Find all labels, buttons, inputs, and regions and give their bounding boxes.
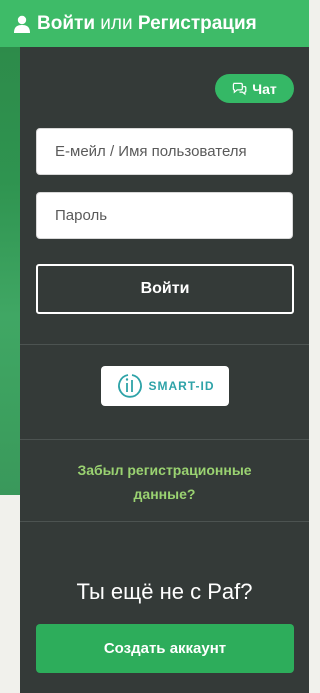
- password-field[interactable]: [36, 192, 293, 239]
- password-input[interactable]: [53, 206, 276, 225]
- or-text: или: [100, 13, 133, 34]
- divider: [20, 344, 309, 345]
- login-link[interactable]: Войти: [37, 13, 95, 34]
- top-bar: Войти или Регистрация: [0, 0, 309, 47]
- forgot-credentials-link[interactable]: Забыл регистрационные данные?: [50, 458, 279, 506]
- auth-title: Войти или Регистрация: [37, 14, 257, 33]
- divider: [20, 521, 309, 522]
- login-button[interactable]: Войти: [36, 264, 294, 314]
- login-panel: Чат Войти SMART-ID Забыл регистрационные…: [20, 47, 309, 693]
- email-field[interactable]: [36, 128, 293, 175]
- user-icon: [13, 15, 31, 33]
- chat-button[interactable]: Чат: [215, 74, 294, 103]
- email-input[interactable]: [53, 142, 276, 161]
- page-background: [0, 495, 20, 693]
- create-account-button[interactable]: Создать аккаунт: [36, 624, 294, 673]
- chat-label: Чат: [252, 80, 277, 97]
- smart-id-logo: [117, 374, 142, 398]
- smart-id-button[interactable]: SMART-ID: [101, 366, 229, 406]
- signup-prompt: Ты ещё не с Paf?: [76, 579, 253, 604]
- background-image-strip: [0, 47, 20, 495]
- divider: [20, 439, 309, 440]
- smart-id-label: SMART-ID: [148, 379, 215, 393]
- chat-bubbles-icon: [233, 82, 247, 96]
- register-link[interactable]: Регистрация: [138, 13, 257, 34]
